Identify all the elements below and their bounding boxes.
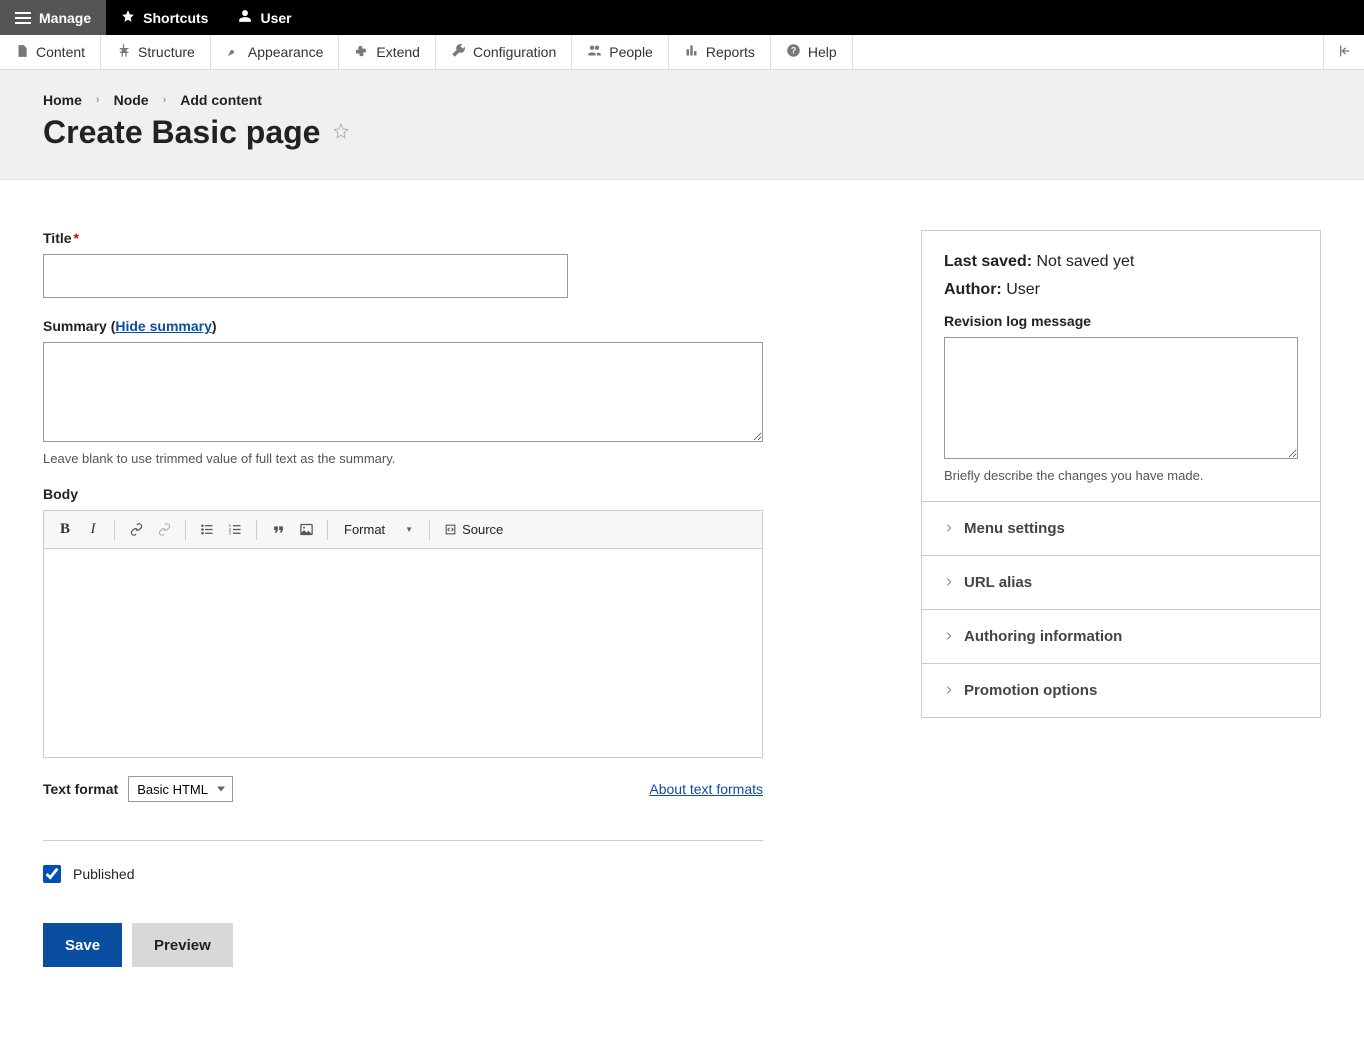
shortcuts-link[interactable]: Shortcuts <box>106 0 223 35</box>
bold-button[interactable]: B <box>52 517 78 543</box>
people-icon <box>587 43 602 61</box>
svg-text:?: ? <box>791 46 796 56</box>
page-header: Home › Node › Add content Create Basic p… <box>0 70 1364 180</box>
preview-button[interactable]: Preview <box>132 923 233 967</box>
title-label: Title* <box>43 230 763 246</box>
body-editor: B I 123 Format ▼ <box>43 510 763 758</box>
meta-box: Last saved: Not saved yet Author: User R… <box>922 231 1320 502</box>
link-button[interactable] <box>123 517 149 543</box>
revision-textarea[interactable] <box>944 337 1298 459</box>
body-field: Body B I 123 Format <box>43 486 763 802</box>
wrench-icon <box>451 43 466 61</box>
chevron-right-icon: › <box>96 94 100 106</box>
form-column: Title* Summary (Hide summary) Leave blan… <box>43 230 763 967</box>
sidebar-column: Last saved: Not saved yet Author: User R… <box>921 230 1321 718</box>
help-icon: ? <box>786 43 801 61</box>
toolbar-configuration[interactable]: Configuration <box>436 35 572 69</box>
published-label: Published <box>73 866 135 882</box>
revision-help: Briefly describe the changes you have ma… <box>944 468 1298 483</box>
chevron-right-icon <box>944 682 954 699</box>
chevron-right-icon <box>944 520 954 537</box>
admin-topbar: Manage Shortcuts User <box>0 0 1364 35</box>
arrow-left-icon <box>1336 43 1352 62</box>
separator <box>327 520 328 540</box>
main-content: Title* Summary (Hide summary) Leave blan… <box>0 180 1364 1007</box>
toolbar-content[interactable]: Content <box>0 35 101 69</box>
text-format-label: Text format <box>43 781 118 797</box>
accordion-menu-settings[interactable]: Menu settings <box>922 502 1320 556</box>
chevron-right-icon: › <box>163 94 167 106</box>
save-button[interactable]: Save <box>43 923 122 967</box>
toolbar-orientation-toggle[interactable] <box>1323 35 1364 69</box>
published-field: Published <box>43 865 763 883</box>
about-text-formats-link[interactable]: About text formats <box>649 781 763 797</box>
revision-label: Revision log message <box>944 313 1298 329</box>
toolbar-help[interactable]: ?Help <box>771 35 853 69</box>
summary-help: Leave blank to use trimmed value of full… <box>43 451 763 466</box>
star-icon <box>121 9 135 26</box>
blockquote-button[interactable] <box>265 517 291 543</box>
separator <box>185 520 186 540</box>
accordion-url-alias[interactable]: URL alias <box>922 556 1320 610</box>
body-textarea[interactable] <box>44 549 762 757</box>
toolbar-appearance[interactable]: Appearance <box>211 35 340 69</box>
toolbar-structure[interactable]: Structure <box>101 35 211 69</box>
numbered-list-button[interactable]: 123 <box>222 517 248 543</box>
accordion-promotion-options[interactable]: Promotion options <box>922 664 1320 717</box>
summary-field: Summary (Hide summary) Leave blank to us… <box>43 318 763 466</box>
chevron-right-icon <box>944 574 954 591</box>
shortcuts-label: Shortcuts <box>143 10 208 26</box>
hide-summary-link[interactable]: Hide summary <box>115 318 211 334</box>
accordion-authoring-info[interactable]: Authoring information <box>922 610 1320 664</box>
breadcrumb-add-content: Add content <box>180 92 262 108</box>
bullet-list-button[interactable] <box>194 517 220 543</box>
title-field: Title* <box>43 230 763 298</box>
toolbar-people[interactable]: People <box>572 35 669 69</box>
svg-text:3: 3 <box>228 531 231 536</box>
toolbar-reports[interactable]: Reports <box>669 35 771 69</box>
title-input[interactable] <box>43 254 568 298</box>
divider <box>43 840 763 841</box>
unlink-button[interactable] <box>151 517 177 543</box>
separator <box>114 520 115 540</box>
user-icon <box>238 9 252 26</box>
appearance-icon <box>226 43 241 61</box>
page-title: Create Basic page <box>43 114 320 151</box>
summary-label: Summary (Hide summary) <box>43 318 763 334</box>
sidebar-panel: Last saved: Not saved yet Author: User R… <box>921 230 1321 718</box>
caret-down-icon: ▼ <box>405 525 413 534</box>
structure-icon <box>116 43 131 61</box>
user-label: User <box>260 10 291 26</box>
source-icon <box>444 523 457 536</box>
format-dropdown[interactable]: Format ▼ <box>336 517 421 543</box>
breadcrumb-home[interactable]: Home <box>43 92 82 108</box>
breadcrumb-node[interactable]: Node <box>114 92 149 108</box>
body-label: Body <box>43 486 763 502</box>
reports-icon <box>684 43 699 61</box>
hamburger-icon <box>15 12 31 24</box>
manage-label: Manage <box>39 10 91 26</box>
form-actions: Save Preview <box>43 923 763 967</box>
editor-toolbar: B I 123 Format ▼ <box>44 511 762 549</box>
image-button[interactable] <box>293 517 319 543</box>
summary-textarea[interactable] <box>43 342 763 442</box>
separator <box>256 520 257 540</box>
last-saved: Last saved: Not saved yet <box>944 253 1298 271</box>
source-button[interactable]: Source <box>438 517 509 543</box>
breadcrumb: Home › Node › Add content <box>43 92 1321 108</box>
chevron-right-icon <box>944 628 954 645</box>
user-menu[interactable]: User <box>223 0 306 35</box>
manage-toggle[interactable]: Manage <box>0 0 106 35</box>
puzzle-icon <box>354 43 369 61</box>
toolbar-extend[interactable]: Extend <box>339 35 436 69</box>
author: Author: User <box>944 281 1298 299</box>
admin-toolbar: Content Structure Appearance Extend Conf… <box>0 35 1364 70</box>
file-icon <box>15 44 29 61</box>
italic-button[interactable]: I <box>80 517 106 543</box>
separator <box>429 520 430 540</box>
text-format-select[interactable]: Basic HTML <box>128 776 233 802</box>
favorite-toggle[interactable] <box>332 122 350 143</box>
published-checkbox[interactable] <box>43 865 61 883</box>
